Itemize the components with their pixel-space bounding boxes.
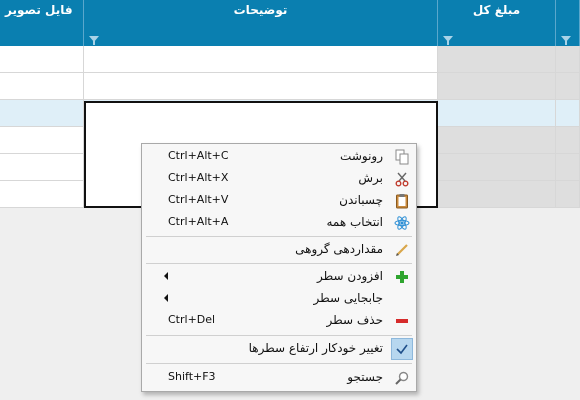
menu-item-cut[interactable]: Ctrl+Alt+X برش	[142, 168, 416, 190]
filter-icon[interactable]	[443, 36, 453, 45]
menu-shortcut: Ctrl+Alt+C	[168, 149, 229, 162]
menu-item-copy[interactable]: Ctrl+Alt+C رونوشت	[142, 146, 416, 168]
menu-label: جستجو	[347, 370, 383, 384]
menu-item-delete-row[interactable]: Ctrl+Del حذف سطر	[142, 310, 416, 332]
column-header-label: مبلغ کل	[472, 3, 521, 17]
column-header-label: فایل تصویر	[5, 3, 73, 17]
menu-item-search[interactable]: Shift+F3 جستجو	[142, 367, 416, 389]
table-row[interactable]	[0, 73, 580, 100]
plus-icon	[396, 271, 408, 283]
menu-label: چسباندن	[339, 193, 383, 207]
menu-separator	[146, 335, 412, 336]
menu-item-move-row[interactable]: جابجایی سطر	[142, 288, 416, 310]
menu-item-select-all[interactable]: Ctrl+Alt+A انتخاب همه	[142, 212, 416, 234]
menu-shortcut: Shift+F3	[168, 370, 216, 383]
menu-label: انتخاب همه	[326, 215, 383, 229]
filter-icon[interactable]	[89, 36, 99, 45]
menu-shortcut: Ctrl+Alt+V	[168, 193, 229, 206]
menu-item-auto-row-height[interactable]: تغییر خودکار ارتفاع سطرها	[142, 338, 416, 360]
select-all-icon	[394, 216, 410, 230]
table-row[interactable]	[0, 46, 580, 73]
magnifier-icon	[395, 371, 409, 385]
menu-item-add-row[interactable]: افزودن سطر	[142, 266, 416, 288]
menu-separator	[146, 236, 412, 237]
menu-label: برش	[358, 171, 383, 185]
menu-label: مقداردهی گروهی	[295, 242, 383, 256]
menu-label: رونوشت	[340, 149, 383, 163]
menu-item-bulk-assign[interactable]: مقداردهی گروهی	[142, 239, 416, 261]
menu-separator	[146, 263, 412, 264]
copy-icon	[395, 149, 409, 165]
column-header-total-amount[interactable]: مبلغ کل	[438, 0, 556, 46]
context-menu: Ctrl+Alt+C رونوشت Ctrl+Alt+X برش Ctrl+Al…	[141, 143, 417, 392]
menu-shortcut: Ctrl+Alt+A	[168, 215, 229, 228]
submenu-arrow-icon	[164, 272, 168, 280]
scissors-icon	[395, 172, 409, 187]
menu-label: افزودن سطر	[317, 269, 383, 283]
menu-label: حذف سطر	[326, 313, 384, 327]
menu-item-paste[interactable]: Ctrl+Alt+V چسباندن	[142, 190, 416, 212]
menu-label: تغییر خودکار ارتفاع سطرها	[248, 341, 383, 355]
pencil-icon	[396, 244, 408, 256]
menu-label: جابجایی سطر	[313, 291, 384, 305]
clipboard-icon	[396, 194, 408, 209]
filter-icon[interactable]	[561, 36, 571, 45]
menu-shortcut: Ctrl+Del	[168, 313, 216, 326]
minus-icon	[396, 319, 408, 323]
column-header-description[interactable]: توضیحات	[84, 0, 438, 46]
column-header-label: توضیحات	[233, 3, 288, 17]
menu-separator	[146, 363, 412, 364]
menu-shortcut: Ctrl+Alt+X	[168, 171, 229, 184]
column-header-image-file[interactable]: فایل تصویر	[0, 0, 84, 46]
submenu-arrow-icon	[164, 294, 168, 302]
checkmark-icon	[396, 344, 408, 355]
column-header-extra[interactable]	[556, 0, 580, 46]
